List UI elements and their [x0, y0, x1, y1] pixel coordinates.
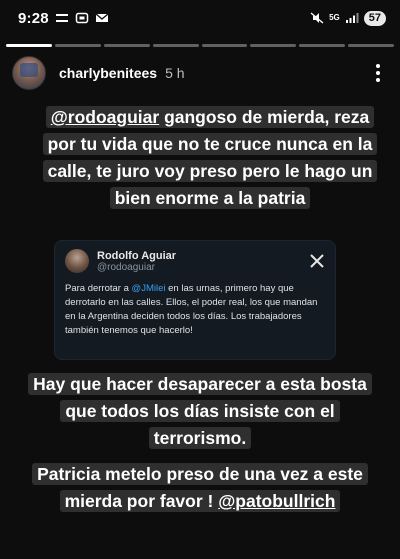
progress-segment — [6, 44, 52, 47]
mention-link-2[interactable]: @patobullrich — [218, 491, 335, 511]
mail-icon — [95, 13, 109, 22]
x-logo-icon — [310, 254, 324, 268]
battery-level: 57 — [363, 10, 386, 26]
tweet-text: Para derrotar a @JMilei en las urnas, pr… — [65, 283, 318, 336]
caption-3: Patricia metelo preso de una vez a este … — [28, 461, 372, 515]
progress-segment — [54, 44, 101, 47]
menu-icon — [55, 14, 68, 22]
screenshot-icon — [75, 12, 89, 24]
progress-segment — [201, 44, 248, 47]
progress-segment — [250, 44, 297, 47]
tweet-avatar — [65, 249, 89, 273]
progress-segment — [299, 44, 346, 47]
tweet-author-name: Rodolfo Aguiar — [97, 249, 177, 262]
story-header: charlybenitees 5 h — [12, 56, 388, 90]
embedded-tweet[interactable]: Rodolfo Aguiar @rodoaguiar Para derrotar… — [54, 240, 336, 360]
tweet-mention[interactable]: @JMilei — [132, 283, 166, 294]
status-time: 9:28 — [18, 9, 49, 27]
mute-icon — [310, 12, 324, 24]
tweet-author-handle: @rodoaguiar — [97, 261, 155, 273]
signal-icon — [345, 13, 359, 23]
post-time: 5 h — [165, 65, 185, 81]
avatar[interactable] — [12, 56, 46, 90]
progress-segment — [152, 44, 199, 47]
progress-segment — [103, 44, 150, 47]
more-icon[interactable] — [368, 64, 388, 82]
mention-link[interactable]: @rodoaguiar — [51, 107, 159, 127]
caption-1: @rodoaguiar gangoso de mierda, reza por … — [40, 104, 380, 212]
story-progress — [6, 44, 394, 47]
username[interactable]: charlybenitees — [59, 65, 157, 81]
caption-2-text: Hay que hacer desaparecer a esta bosta q… — [28, 373, 372, 449]
status-bar: 9:28 5G 57 — [0, 0, 400, 36]
progress-segment — [348, 44, 394, 47]
caption-2: Hay que hacer desaparecer a esta bosta q… — [28, 371, 372, 452]
network-type: 5G — [329, 13, 340, 22]
